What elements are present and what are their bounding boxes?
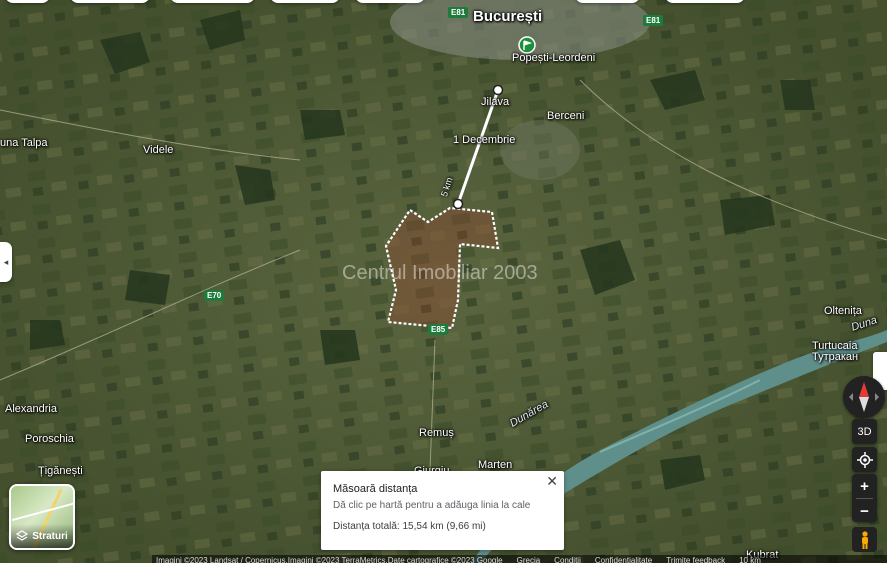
place-label[interactable]: Țigănești xyxy=(38,465,83,477)
place-label[interactable]: București xyxy=(473,8,542,25)
my-location-button[interactable] xyxy=(852,447,877,472)
place-label[interactable]: Oltenița xyxy=(824,305,862,317)
view-3d-button[interactable]: 3D xyxy=(852,419,877,444)
place-label[interactable]: Videle xyxy=(143,144,173,156)
close-icon[interactable]: ✕ xyxy=(546,473,558,490)
top-chip[interactable] xyxy=(355,0,425,3)
measure-point-start xyxy=(492,84,504,96)
terms-link[interactable]: Condiții xyxy=(554,555,581,563)
layers-button[interactable]: Straturi xyxy=(9,484,75,550)
place-label[interactable]: una Talpa xyxy=(0,137,48,149)
layers-icon xyxy=(16,530,29,541)
place-label[interactable]: Marten xyxy=(478,459,512,471)
top-chip[interactable] xyxy=(5,0,50,3)
watermark: Centrul Imobiliar 2003 xyxy=(342,262,538,284)
region-link[interactable]: Grecia xyxy=(517,555,541,563)
top-chip[interactable] xyxy=(170,0,255,3)
street-view-pegman[interactable] xyxy=(852,527,877,552)
measure-hint: Dă clic pe hartă pentru a adăuga linia l… xyxy=(333,500,531,511)
feedback-link[interactable]: Trimite feedback xyxy=(666,555,725,563)
measure-point-end xyxy=(452,198,464,210)
place-label[interactable]: Popești-Leordeni xyxy=(512,52,595,64)
place-label[interactable]: Remuș xyxy=(419,427,454,439)
thumbnail-road xyxy=(11,500,73,522)
road-shield-e70: E70 xyxy=(204,290,225,301)
place-label[interactable]: Poroschia xyxy=(25,433,74,445)
place-label[interactable]: Jilava xyxy=(481,96,509,108)
zoom-out-button[interactable]: − xyxy=(852,499,877,523)
pegman-icon xyxy=(861,530,868,549)
attribution-bar: Imagini ©2023 Landsat / Copernicus,Imagi… xyxy=(152,555,887,563)
chevron-left-icon: ◂ xyxy=(3,256,9,267)
top-chip[interactable] xyxy=(665,0,745,3)
scale-label[interactable]: 10 km xyxy=(739,555,761,563)
place-label[interactable]: 1 Decembrie xyxy=(453,134,515,146)
place-label[interactable]: Berceni xyxy=(547,110,584,122)
measure-distance-card: Măsoară distanța Dă clic pe hartă pentru… xyxy=(321,471,564,550)
layers-footer: Straturi xyxy=(11,524,73,548)
collapse-panel-button[interactable]: ◂ xyxy=(0,242,12,282)
compass-icon xyxy=(849,382,879,412)
compass-button[interactable] xyxy=(843,376,885,418)
location-marker-icon xyxy=(518,36,536,54)
layers-label: Straturi xyxy=(32,530,68,542)
place-label[interactable]: Тутракан xyxy=(812,351,858,363)
top-chip[interactable] xyxy=(575,0,640,3)
road-shield-e81: E81 xyxy=(448,7,469,18)
road-shield-e81: E81 xyxy=(643,15,664,26)
my-location-icon xyxy=(856,451,873,468)
attribution-text: Imagini ©2023 Landsat / Copernicus,Imagi… xyxy=(156,556,503,563)
measure-total-distance: Distanța totală: 15,54 km (9,66 mi) xyxy=(333,521,486,532)
top-chip[interactable] xyxy=(270,0,340,3)
place-label[interactable]: Alexandria xyxy=(5,403,57,415)
privacy-link[interactable]: Confidențialitate xyxy=(595,555,652,563)
zoom-controls: + − xyxy=(852,474,877,522)
measure-title: Măsoară distanța xyxy=(333,483,418,495)
top-chip[interactable] xyxy=(70,0,150,3)
road-shield-e85: E85 xyxy=(428,324,449,335)
zoom-in-button[interactable]: + xyxy=(852,474,877,498)
